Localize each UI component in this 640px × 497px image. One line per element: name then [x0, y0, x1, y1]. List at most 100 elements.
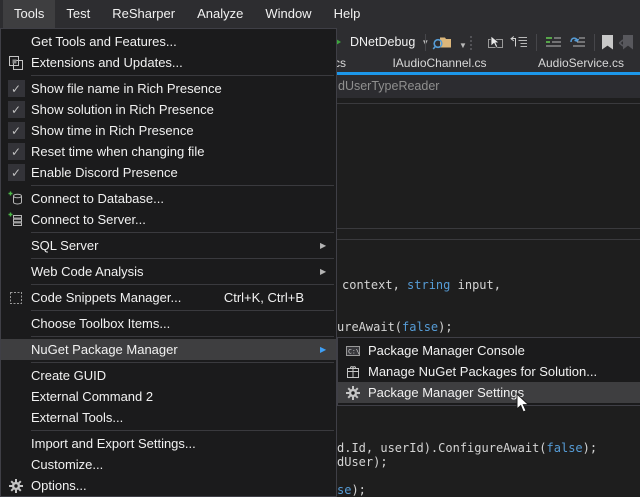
toolbar-grip[interactable] [469, 35, 473, 50]
menu-item-label: External Tools... [31, 410, 320, 425]
menu-item-choose-toolbox-items[interactable]: Choose Toolbox Items... [1, 313, 336, 334]
navigation-bar-type-name: dUserTypeReader [338, 75, 439, 98]
mouse-cursor [516, 393, 530, 419]
menu-separator [31, 310, 334, 311]
editor-guide-line [337, 228, 640, 229]
database-add-icon [1, 191, 31, 207]
menu-separator [31, 284, 334, 285]
menu-separator [31, 185, 334, 186]
menu-item-label: Web Code Analysis [31, 264, 320, 279]
menubar-item-window[interactable]: Window [254, 0, 322, 28]
menu-item-enable-discord-presence[interactable]: ✓Enable Discord Presence [1, 162, 336, 183]
console-icon: C:\ [338, 343, 368, 359]
copy-reference-icon [510, 34, 529, 50]
menu-item-label: Import and Export Settings... [31, 436, 320, 451]
editor-guide-line [337, 239, 640, 240]
checkmark-icon: ✓ [8, 101, 25, 118]
menu-item-external-command-2[interactable]: External Command 2 [1, 386, 336, 407]
copy-reference-button[interactable] [510, 28, 529, 56]
toggle-bookmark-button[interactable] [601, 28, 614, 56]
menu-item-label: External Command 2 [31, 389, 320, 404]
code-line: dUser); [337, 455, 388, 469]
menu-item-label: SQL Server [31, 238, 320, 253]
menubar: ToolsTestReSharperAnalyzeWindowHelp [0, 0, 640, 28]
menu-separator [31, 336, 334, 337]
menu-item-label: Get Tools and Features... [31, 34, 320, 49]
menu-item-nuget-package-manager[interactable]: NuGet Package Manager▶ [1, 339, 336, 360]
menu-item-customize[interactable]: Customize... [1, 454, 336, 475]
nuget-package-manager-submenu: C:\Package Manager ConsoleManage NuGet P… [337, 337, 640, 406]
navigate-to-icon [486, 34, 505, 50]
menu-item-label: Connect to Database... [31, 191, 320, 206]
bookmark-icon [601, 35, 614, 50]
menubar-item-resharper[interactable]: ReSharper [101, 0, 186, 28]
menubar-item-tools[interactable]: Tools [3, 0, 55, 28]
menu-item-label: Create GUID [31, 368, 320, 383]
submenu-item-package-manager-console[interactable]: C:\Package Manager Console [338, 340, 640, 361]
snippets-icon [1, 290, 31, 306]
menu-item-options[interactable]: Options... [1, 475, 336, 496]
menu-item-label: Connect to Server... [31, 212, 320, 227]
editor-guide-line [337, 103, 640, 104]
submenu-arrow-icon: ▶ [320, 241, 334, 250]
menu-item-connect-to-database[interactable]: Connect to Database... [1, 188, 336, 209]
menu-item-web-code-analysis[interactable]: Web Code Analysis▶ [1, 261, 336, 282]
menu-item-label: Show time in Rich Presence [31, 123, 320, 138]
submenu-arrow-icon: ▶ [320, 345, 334, 354]
submenu-arrow-icon: ▶ [320, 267, 334, 276]
extensions-icon [1, 55, 31, 71]
previous-bookmark-button[interactable] [619, 28, 635, 56]
menu-separator [31, 362, 334, 363]
find-dropdown-chevron-icon[interactable]: ▼ [459, 31, 467, 59]
menu-item-label: Package Manager Settings [368, 385, 624, 400]
menu-item-show-solution-in-rich-presence[interactable]: ✓ Show solution in Rich Presence [1, 99, 336, 120]
menu-item-external-tools[interactable]: External Tools... [1, 407, 336, 428]
menubar-item-analyze[interactable]: Analyze [186, 0, 254, 28]
code-line: context, string input, [342, 278, 501, 292]
menu-item-label: Enable Discord Presence [31, 165, 320, 180]
menu-item-label: Code Snippets Manager... [31, 290, 224, 305]
menu-separator [31, 258, 334, 259]
menu-item-reset-time-when-changing-file[interactable]: ✓Reset time when changing file [1, 141, 336, 162]
menubar-item-test[interactable]: Test [55, 0, 101, 28]
menu-item-shortcut: Ctrl+K, Ctrl+B [224, 290, 304, 305]
menu-check-gutter: ✓ [1, 143, 31, 160]
menu-item-connect-to-server[interactable]: Connect to Server... [1, 209, 336, 230]
menu-item-import-and-export-settings[interactable]: Import and Export Settings... [1, 433, 336, 454]
tab-audioservice-cs[interactable]: AudioService.cs [525, 56, 637, 72]
menu-item-show-time-in-rich-presence[interactable]: ✓Show time in Rich Presence [1, 120, 336, 141]
menu-item-label: Options... [31, 478, 320, 493]
submenu-item-manage-nuget-packages-for-solution[interactable]: Manage NuGet Packages for Solution... [338, 361, 640, 382]
menu-item-create-guid[interactable]: Create GUID [1, 365, 336, 386]
server-add-icon [1, 212, 31, 228]
checkmark-icon: ✓ [8, 80, 25, 97]
toolbar-separator [536, 34, 537, 51]
find-in-files-button[interactable] [432, 28, 452, 56]
menu-item-label: NuGet Package Manager [31, 342, 320, 357]
find-in-files-icon [432, 34, 452, 51]
navigate-to-button[interactable] [486, 28, 505, 56]
gear-icon [1, 478, 31, 494]
code-line: ureAwait(false); [337, 320, 453, 334]
menu-item-extensions-and-updates[interactable]: Extensions and Updates... [1, 52, 336, 73]
menu-item-get-tools-and-features[interactable]: Get Tools and Features... [1, 31, 336, 52]
previous-bookmark-icon [619, 35, 635, 50]
tab-iaudiochannel-cs[interactable]: IAudioChannel.cs [377, 56, 502, 72]
tools-menu-dropdown: Get Tools and Features... Extensions and … [0, 28, 337, 497]
format-document-button[interactable] [544, 28, 563, 56]
format-document-icon [544, 34, 563, 50]
format-selection-button[interactable] [568, 28, 587, 56]
menu-item-code-snippets-manager[interactable]: Code Snippets Manager...Ctrl+K, Ctrl+B [1, 287, 336, 308]
menu-item-label: Show solution in Rich Presence [31, 102, 320, 117]
menu-item-label: Extensions and Updates... [31, 55, 320, 70]
menu-separator [31, 232, 334, 233]
menubar-item-help[interactable]: Help [323, 0, 372, 28]
menu-item-show-file-name-in-rich-presence[interactable]: ✓Show file name in Rich Presence [1, 78, 336, 99]
menu-item-sql-server[interactable]: SQL Server▶ [1, 235, 336, 256]
submenu-item-package-manager-settings[interactable]: Package Manager Settings [338, 382, 640, 403]
run-target-label: DNetDebug [350, 35, 415, 49]
run-target-dropdown[interactable]: DNetDebug ▼ [344, 28, 429, 56]
code-line: se); [337, 483, 366, 497]
gear-icon [338, 385, 368, 401]
menu-check-gutter: ✓ [1, 122, 31, 139]
